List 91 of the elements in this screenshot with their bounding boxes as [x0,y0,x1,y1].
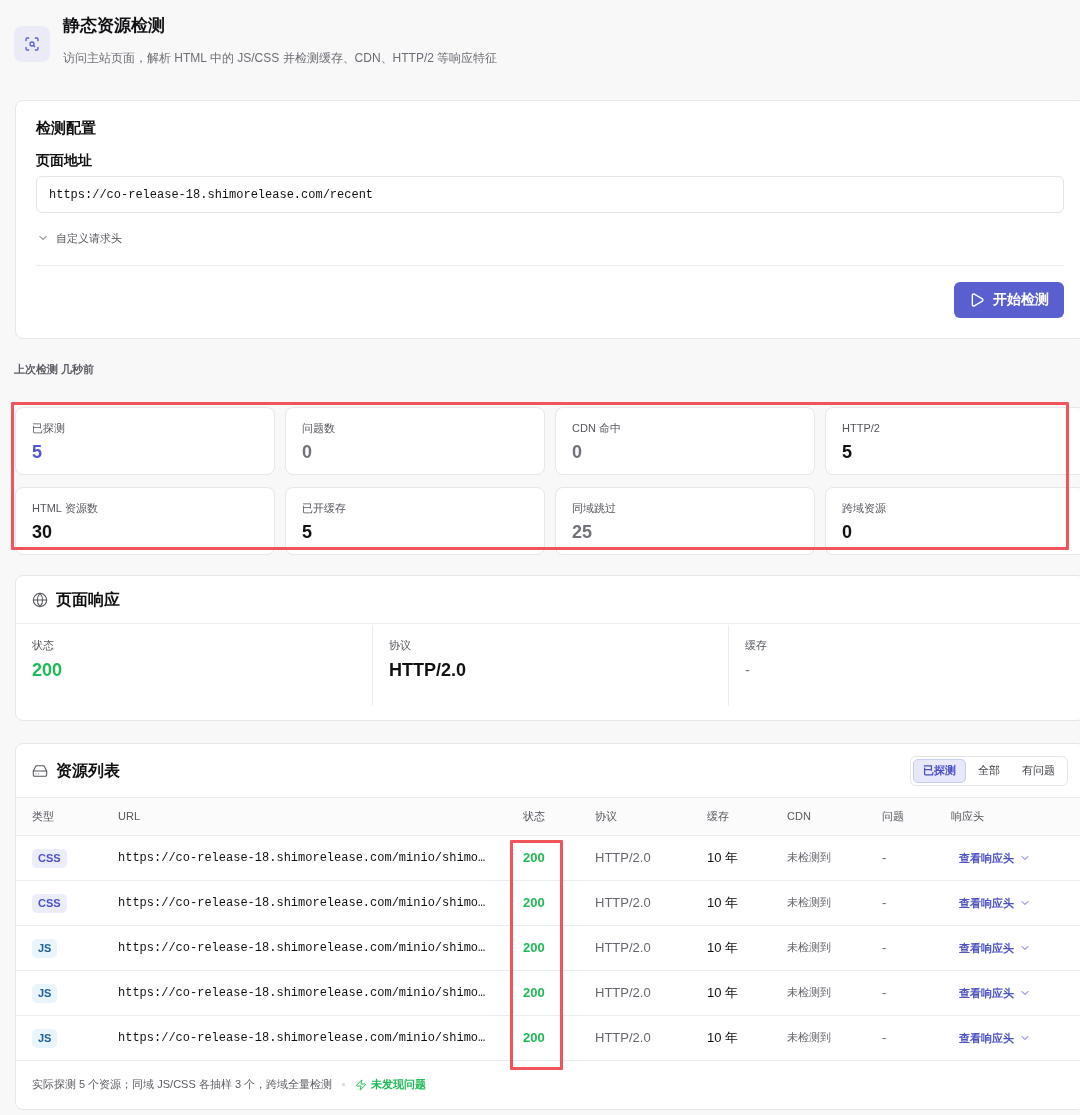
table-cell: 10 年 [691,835,771,880]
stat-value: 5 [32,441,43,464]
column-header: 问题 [866,798,935,835]
scan-search-icon [24,36,40,52]
column-header: 响应头 [935,798,1080,835]
response-value: 200 [32,659,64,682]
table-cell: 未检测到 [771,925,866,970]
field-label: 页面地址 [36,151,93,170]
type-badge: CSS [32,848,67,868]
filter-tab[interactable]: 全部 [968,758,1010,783]
separator-dot [342,1083,346,1086]
table-cell: 10 年 [691,970,771,1015]
table-cell: https://co-release-18.shimorelease.com/minio/shimo… [102,925,507,970]
url-input-field[interactable]: https://co-release-18.shimorelease.com/recent [36,176,1064,213]
table-cell: - [866,835,935,880]
table-cell: HTTP/2.0 [579,925,691,970]
table-cell: 200 [507,925,579,970]
last-run-text: 上次检测 几秒前 [14,362,96,377]
stat-label: 同域跳过 [572,501,617,515]
table-cell: - [866,925,935,970]
card-title: 检测配置 [36,118,97,138]
table-cell: https://co-release-18.shimorelease.com/minio/shimo… [102,1015,507,1060]
view-headers-button[interactable]: 查看响应头 [959,983,1031,1003]
table-cell: 10 年 [691,1015,771,1060]
view-headers-button[interactable]: 查看响应头 [959,938,1031,958]
result-text: 未发现问题 [371,1077,427,1092]
table-cell: HTTP/2.0 [579,1015,691,1060]
table-cell: https://co-release-18.shimorelease.com/minio/shimo… [102,880,507,925]
type-badge: CSS [32,893,67,913]
response-label: 协议 [389,638,412,653]
custom-headers-toggle[interactable]: 自定义请求头 [36,229,122,247]
table-cell: 未检测到 [771,835,866,880]
view-headers-button[interactable]: 查看响应头 [959,848,1031,868]
footer-summary: 实际探测 5 个资源；同域 JS/CSS 各抽样 3 个，跨域全量检测 [32,1077,333,1092]
response-value: - [745,660,751,680]
globe-icon [32,591,48,608]
view-headers-button[interactable]: 查看响应头 [959,893,1031,913]
section-title: 页面响应 [56,589,120,610]
zap-icon [355,1078,368,1091]
table-cell: - [866,970,935,1015]
type-badge: JS [32,983,58,1003]
column-header: 协议 [579,798,691,835]
stat-value: 30 [32,521,54,544]
response-label: 状态 [32,638,55,653]
stat-label: HTML 资源数 [32,501,99,515]
table-cell: https://co-release-18.shimorelease.com/minio/shimo… [102,835,507,880]
filter-tab[interactable]: 已探测 [913,758,966,783]
table-cell: 10 年 [691,925,771,970]
stat-value: 5 [302,521,313,544]
table-cell: HTTP/2.0 [579,880,691,925]
table-cell: 200 [507,880,579,925]
table-cell: 未检测到 [771,970,866,1015]
column-header: 缓存 [691,798,771,835]
table-cell: 200 [507,835,579,880]
column-header: 状态 [507,798,579,835]
start-button[interactable]: 开始检测 [954,282,1064,318]
column-header: 类型 [16,798,102,835]
table-cell: HTTP/2.0 [579,835,691,880]
stat-label: 已探测 [32,421,66,435]
stat-label: HTTP/2 [842,421,881,435]
page-subtitle: 访问主站页面，解析 HTML 中的 JS/CSS 并检测缓存、CDN、HTTP/2 等响应特征 [63,50,498,66]
type-badge: JS [32,1028,58,1048]
table-cell: HTTP/2.0 [579,970,691,1015]
response-value: HTTP/2.0 [389,659,468,682]
table-cell: 未检测到 [771,1015,866,1060]
page-title: 静态资源检测 [63,15,166,37]
table-cell: https://co-release-18.shimorelease.com/minio/shimo… [102,970,507,1015]
table-cell: 10 年 [691,880,771,925]
response-label: 缓存 [745,638,768,653]
section-title: 资源列表 [56,760,120,781]
play-icon [969,292,985,308]
stat-label: 问题数 [302,421,336,435]
view-headers-button[interactable]: 查看响应头 [959,1028,1031,1048]
column-header: CDN [771,798,866,835]
stat-value: 0 [572,441,583,464]
stat-label: CDN 命中 [572,421,622,435]
table-cell: - [866,1015,935,1060]
stat-value: 25 [572,521,594,544]
drive-icon [32,762,48,779]
stat-label: 跨域资源 [842,501,887,515]
stat-value: 0 [842,521,853,544]
column-header: URL [102,798,507,835]
table-cell: 200 [507,1015,579,1060]
table-cell: 200 [507,970,579,1015]
table-cell: - [866,880,935,925]
stat-value: 5 [842,441,853,464]
type-badge: JS [32,938,58,958]
filter-tab[interactable]: 有问题 [1012,758,1065,783]
table-cell: 未检测到 [771,880,866,925]
stat-label: 已开缓存 [302,501,347,515]
stat-value: 0 [302,441,313,464]
